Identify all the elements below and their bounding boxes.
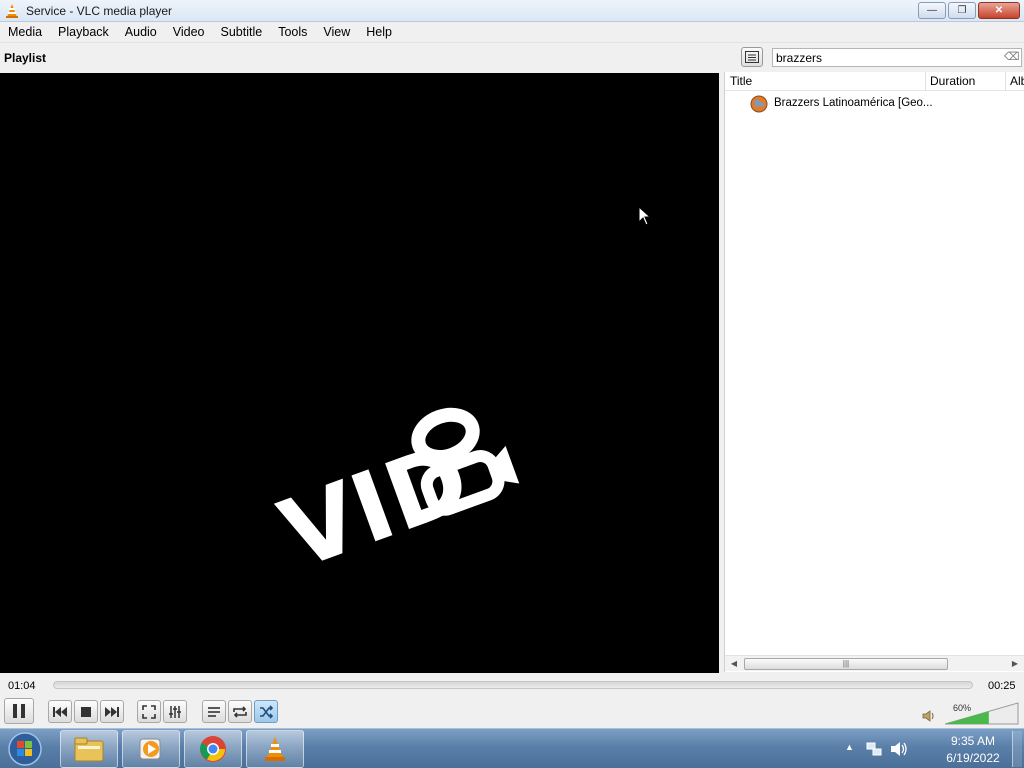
windows-logo-icon (17, 741, 24, 748)
seek-row: 01:04 00:25 (0, 673, 1024, 697)
previous-icon (53, 706, 67, 717)
taskbar-media-player-button[interactable] (122, 730, 180, 768)
window-title: Service - VLC media player (26, 3, 173, 18)
taskbar-explorer-button[interactable] (60, 730, 118, 768)
seek-slider[interactable] (53, 681, 973, 689)
menu-subtitle[interactable]: Subtitle (213, 22, 271, 43)
playback-controls: 60% (0, 697, 1024, 728)
menu-bar: Media Playback Audio Video Subtitle Tool… (0, 22, 1024, 43)
elapsed-time: 01:04 (8, 680, 36, 692)
next-icon (105, 706, 119, 717)
pause-button[interactable] (4, 698, 34, 724)
window-controls: — ❐ ✕ (918, 2, 1020, 19)
playlist-icon (208, 706, 220, 717)
video-logo-image: VID (267, 407, 520, 573)
scrollbar-thumb[interactable]: ||| (744, 658, 948, 670)
fullscreen-icon (142, 704, 156, 719)
remaining-time: 00:25 (988, 680, 1016, 692)
loop-button[interactable] (228, 700, 252, 723)
volume-slider[interactable] (945, 700, 1019, 725)
playlist-search-field[interactable]: ⌫ (772, 48, 1022, 67)
menu-playback[interactable]: Playback (50, 22, 117, 43)
stop-icon (81, 706, 91, 717)
taskbar: ▲ 9:35 AM 6/19/2022 (0, 728, 1024, 768)
video-output[interactable]: VID (0, 73, 719, 673)
clock-date[interactable]: 6/19/2022 (946, 751, 1000, 765)
playlist-panel: Title Duration Alb Brazzers Latinoaméric… (724, 72, 1024, 672)
column-duration[interactable]: Duration (930, 74, 975, 88)
vlc-cone-icon (6, 3, 18, 18)
folder-icon (74, 737, 104, 762)
loop-icon (233, 705, 247, 718)
menu-help[interactable]: Help (358, 22, 400, 43)
speaker-icon[interactable] (922, 710, 936, 722)
restore-button[interactable]: ❐ (948, 2, 976, 19)
taskbar-vlc-button[interactable] (246, 730, 304, 768)
column-album[interactable]: Alb (1010, 74, 1024, 88)
video-logo-text: VID (267, 421, 484, 573)
menu-media[interactable]: Media (0, 22, 50, 43)
media-player-icon (139, 738, 161, 760)
stop-button[interactable] (74, 700, 98, 723)
equalizer-icon (169, 705, 181, 718)
playlist-label: Playlist (4, 51, 47, 65)
vlc-cone-icon (265, 737, 285, 761)
network-stream-icon (750, 95, 768, 113)
shuffle-icon (260, 704, 273, 719)
playlist-item-title: Brazzers Latinoamérica [Geo... (774, 97, 933, 109)
title-bar: Service - VLC media player — ❐ ✕ (0, 0, 1024, 22)
scroll-left-arrow-icon[interactable]: ◀ (727, 658, 741, 670)
menu-video[interactable]: Video (165, 22, 213, 43)
list-view-icon (745, 51, 759, 63)
start-button[interactable] (6, 731, 44, 767)
show-desktop-button[interactable] (1012, 731, 1022, 767)
menu-tools[interactable]: Tools (270, 22, 315, 43)
mouse-cursor-icon (638, 206, 650, 226)
shuffle-button[interactable] (254, 700, 278, 723)
horizontal-scrollbar[interactable]: ◀ ||| ▶ (725, 655, 1024, 671)
playlist-item[interactable]: Brazzers Latinoamérica [Geo... (725, 94, 1024, 113)
fullscreen-button[interactable] (137, 700, 161, 723)
chrome-icon (200, 736, 226, 762)
menu-audio[interactable]: Audio (117, 22, 165, 43)
column-separator[interactable] (925, 72, 926, 91)
playlist-view-toggle-button[interactable] (741, 47, 763, 67)
scroll-right-arrow-icon[interactable]: ▶ (1008, 658, 1022, 670)
extended-settings-button[interactable] (163, 700, 187, 723)
toggle-playlist-button[interactable] (202, 700, 226, 723)
next-button[interactable] (100, 700, 124, 723)
playlist-column-header: Title Duration Alb (725, 72, 1024, 91)
previous-button[interactable] (48, 700, 72, 723)
network-icon[interactable] (866, 741, 882, 757)
column-title[interactable]: Title (730, 74, 752, 88)
taskbar-chrome-button[interactable] (184, 730, 242, 768)
minimize-button[interactable]: — (918, 2, 946, 19)
search-input[interactable] (773, 49, 998, 66)
clock-time[interactable]: 9:35 AM (946, 734, 1000, 748)
volume-tray-icon[interactable] (890, 741, 908, 757)
close-button[interactable]: ✕ (978, 2, 1020, 19)
pause-icon (13, 704, 25, 718)
clear-search-icon[interactable]: ⌫ (1004, 51, 1020, 64)
column-separator[interactable] (1005, 72, 1006, 91)
menu-view[interactable]: View (315, 22, 358, 43)
show-hidden-icons-icon[interactable]: ▲ (845, 742, 854, 752)
